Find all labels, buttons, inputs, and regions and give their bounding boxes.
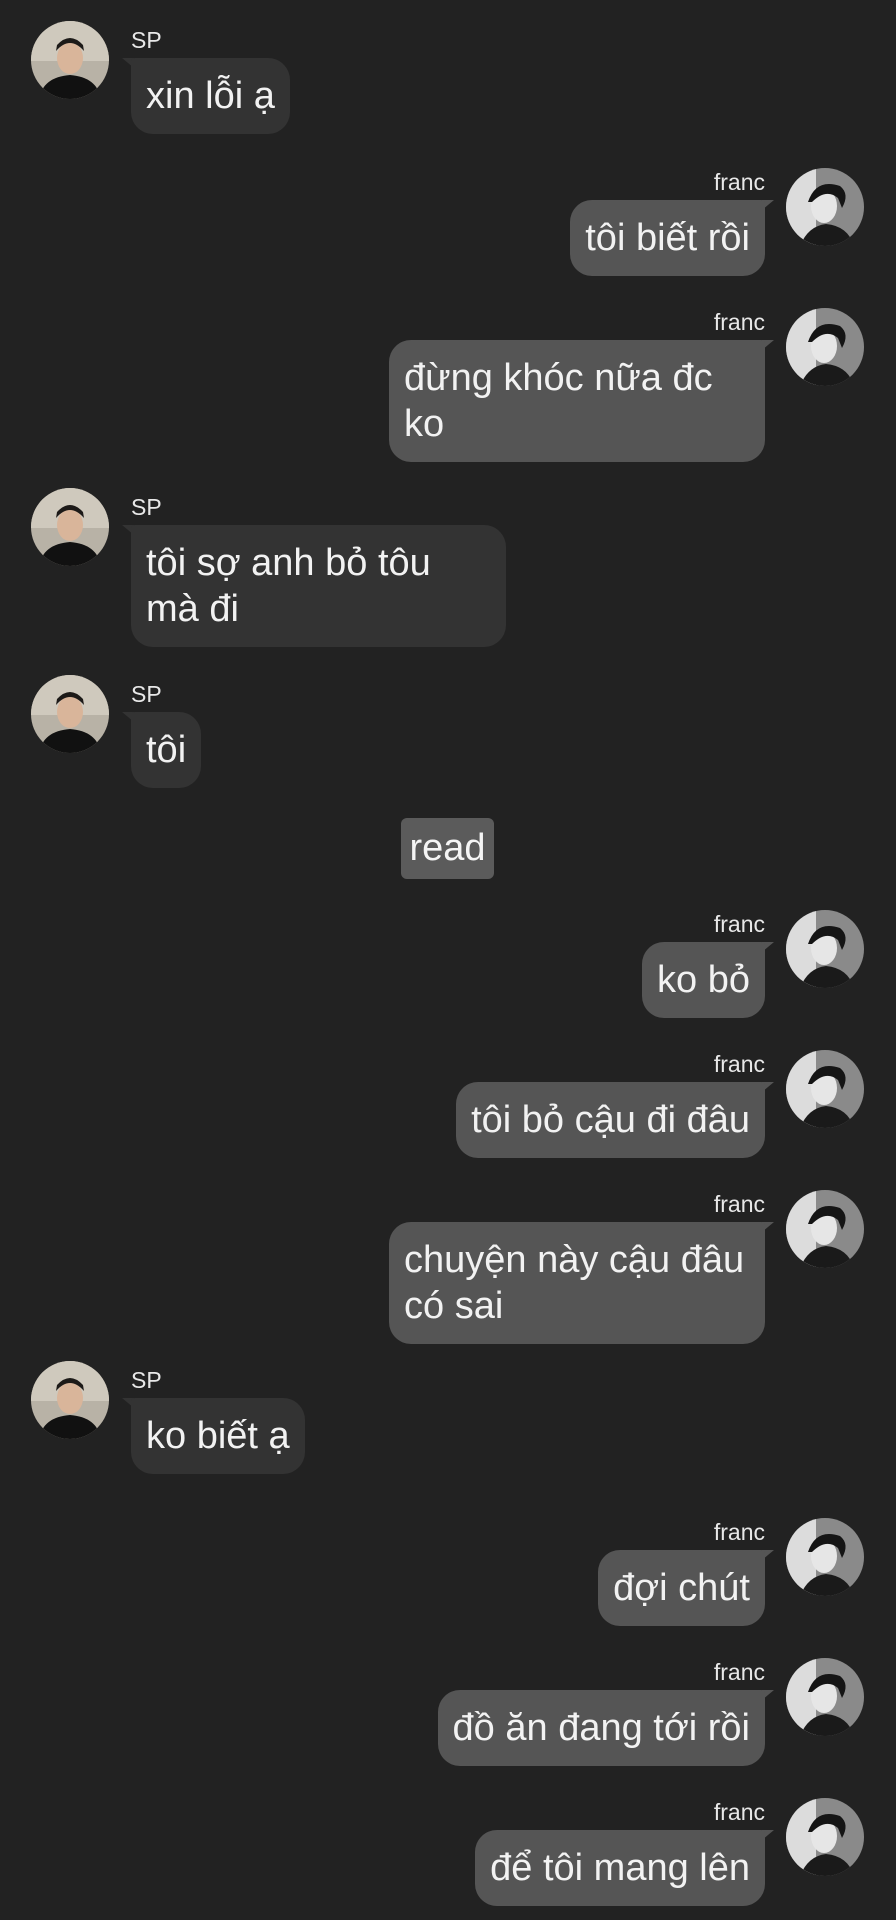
sender-name: SP xyxy=(131,27,162,53)
franc-avatar-icon xyxy=(786,1798,864,1876)
franc-avatar[interactable] xyxy=(786,1518,864,1596)
franc-avatar-icon xyxy=(786,1190,864,1268)
franc-avatar-icon xyxy=(786,910,864,988)
franc-avatar[interactable] xyxy=(786,910,864,988)
message-bubble[interactable]: tôi biết rồi xyxy=(570,200,765,276)
sp-avatar[interactable] xyxy=(31,675,109,753)
franc-avatar[interactable] xyxy=(786,1658,864,1736)
sender-name: franc xyxy=(713,1051,765,1077)
message-bubble[interactable]: tôi sợ anh bỏ tôu mà đi xyxy=(131,525,506,647)
sender-name: franc xyxy=(713,911,765,937)
franc-avatar[interactable] xyxy=(786,168,864,246)
message-bubble[interactable]: ko biết ạ xyxy=(131,1398,305,1474)
message-bubble[interactable]: xin lỗi ạ xyxy=(131,58,290,134)
chat-thread[interactable]: SP xin lỗi ạ franc tôi biết rồi franc đừ… xyxy=(0,0,896,1920)
franc-avatar[interactable] xyxy=(786,1050,864,1128)
message-bubble[interactable]: đồ ăn đang tới rồi xyxy=(437,1690,765,1766)
message-bubble[interactable]: đợi chút xyxy=(598,1550,765,1626)
read-indicator: read xyxy=(401,818,494,879)
sp-avatar-icon xyxy=(31,675,109,753)
sp-avatar[interactable] xyxy=(31,488,109,566)
franc-avatar[interactable] xyxy=(786,308,864,386)
franc-avatar[interactable] xyxy=(786,1798,864,1876)
sender-name: franc xyxy=(713,309,765,335)
sender-name: franc xyxy=(713,1519,765,1545)
message-bubble[interactable]: tôi bỏ cậu đi đâu xyxy=(456,1082,765,1158)
franc-avatar-icon xyxy=(786,308,864,386)
franc-avatar[interactable] xyxy=(786,1190,864,1268)
sp-avatar-icon xyxy=(31,488,109,566)
sender-name: franc xyxy=(713,1659,765,1685)
franc-avatar-icon xyxy=(786,1518,864,1596)
message-bubble[interactable]: ko bỏ xyxy=(642,942,765,1018)
sp-avatar-icon xyxy=(31,1361,109,1439)
franc-avatar-icon xyxy=(786,1050,864,1128)
sender-name: SP xyxy=(131,494,162,520)
message-bubble[interactable]: tôi xyxy=(131,712,202,788)
sender-name: franc xyxy=(713,169,765,195)
franc-avatar-icon xyxy=(786,168,864,246)
sp-avatar[interactable] xyxy=(31,1361,109,1439)
franc-avatar-icon xyxy=(786,1658,864,1736)
sender-name: franc xyxy=(713,1799,765,1825)
message-bubble[interactable]: để tôi mang lên xyxy=(475,1830,765,1906)
sender-name: franc xyxy=(713,1191,765,1217)
message-bubble[interactable]: đừng khóc nữa đc ko xyxy=(389,340,765,462)
sp-avatar[interactable] xyxy=(31,21,109,99)
sender-name: SP xyxy=(131,681,162,707)
sender-name: SP xyxy=(131,1367,162,1393)
sp-avatar-icon xyxy=(31,21,109,99)
message-bubble[interactable]: chuyện này cậu đâu có sai xyxy=(389,1222,765,1344)
